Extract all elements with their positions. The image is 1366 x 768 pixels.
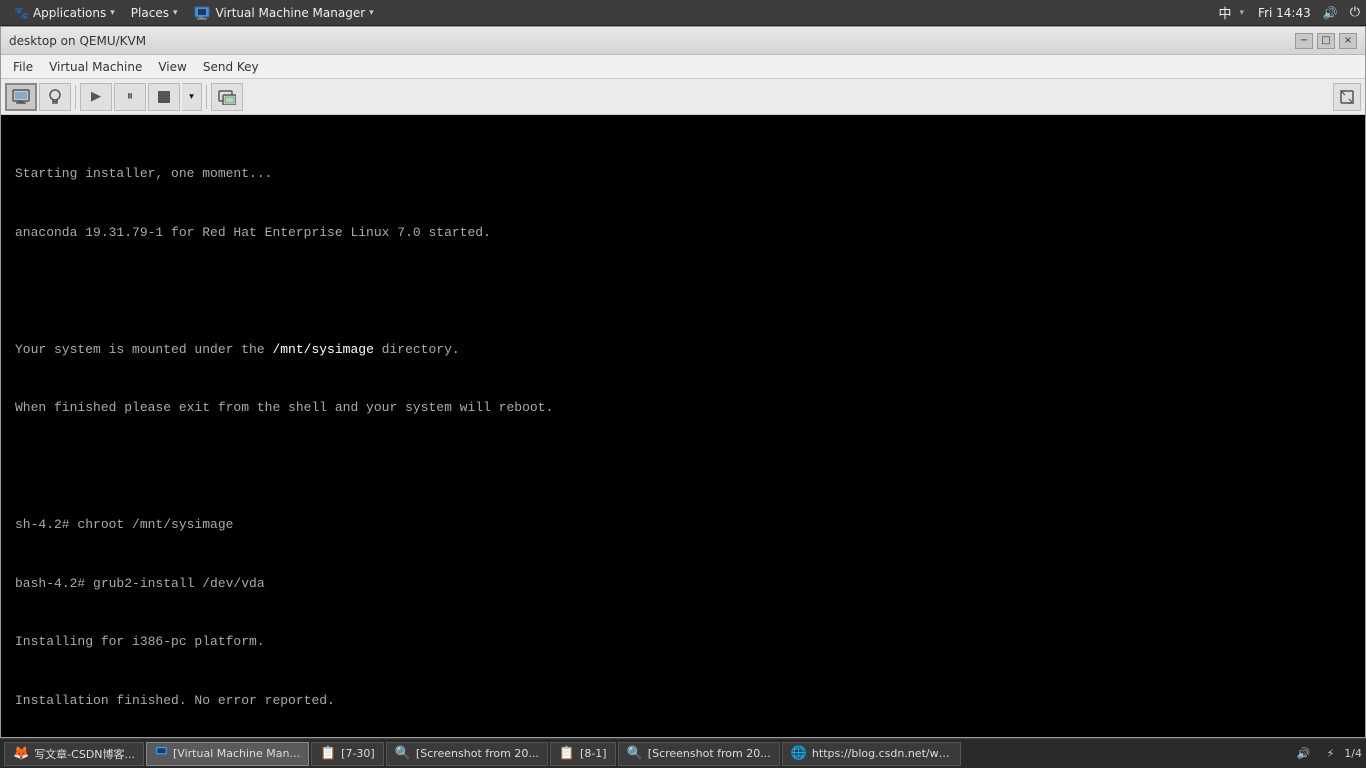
- clock[interactable]: Fri 14:43: [1258, 6, 1311, 20]
- terminal-output: Starting installer, one moment... anacon…: [1, 115, 1365, 737]
- menu-virtual-machine[interactable]: Virtual Machine: [41, 56, 150, 78]
- taskbar-item-730[interactable]: 📋 [7-30]: [311, 742, 384, 766]
- applications-arrow-icon: ▾: [110, 8, 115, 18]
- toolbar-screenshot-button[interactable]: [211, 83, 243, 111]
- menu-view[interactable]: View: [150, 56, 194, 78]
- menu-file[interactable]: File: [5, 56, 41, 78]
- screenshot2-icon: 🔍: [627, 746, 643, 761]
- term-line-5: When finished please exit from the shell…: [15, 398, 1351, 418]
- term-line-9: Installing for i386-pc platform.: [15, 632, 1351, 652]
- vmm-menubar: File Virtual Machine View Send Key: [1, 55, 1365, 79]
- places-menu[interactable]: Places ▾: [123, 0, 186, 26]
- term-line-4: Your system is mounted under the /mnt/sy…: [15, 340, 1351, 360]
- term-line-1: Starting installer, one moment...: [15, 164, 1351, 184]
- taskbar: 🦊 写文章-CSDN博客... [Virtual Machine Man... …: [0, 738, 1366, 768]
- vmm-taskbar-icon: [155, 745, 168, 762]
- monitor-icon: [12, 89, 30, 105]
- menu-send-key[interactable]: Send Key: [195, 56, 267, 78]
- screenshot-icon: [218, 89, 236, 105]
- system-bar-right: 中 ▾ Fri 14:43 🔊 ⏻: [1219, 3, 1361, 22]
- vmm-title-label: Virtual Machine Manager: [215, 6, 365, 20]
- applications-menu[interactable]: 🐾 Applications ▾: [6, 0, 123, 26]
- resize-icon: [1339, 89, 1355, 105]
- system-bar: 🐾 Applications ▾ Places ▾ Virtual Machin…: [0, 0, 1366, 26]
- vmm-window-title: desktop on QEMU/KVM: [9, 34, 146, 48]
- places-label: Places: [131, 6, 169, 20]
- applications-label: Applications: [33, 6, 106, 20]
- taskbar-right: 🔊 ⚡ 1/4: [1291, 745, 1362, 762]
- term-line-2: anaconda 19.31.79-1 for Red Hat Enterpri…: [15, 223, 1351, 243]
- toolbar-separator-2: [206, 85, 207, 109]
- toolbar-resize-button[interactable]: [1333, 83, 1361, 111]
- toolbar-display-button[interactable]: [5, 83, 37, 111]
- term-line-6: [15, 457, 1351, 477]
- input-method-indicator[interactable]: 中: [1219, 3, 1232, 22]
- term-line-8: bash-4.2# grub2-install /dev/vda: [15, 574, 1351, 594]
- taskbar-label-firefox: 写文章-CSDN博客...: [34, 746, 135, 762]
- taskbar-item-blog[interactable]: 🌐 https://blog.csdn.net/weix...: [782, 742, 961, 766]
- toolbar-details-button[interactable]: [39, 83, 71, 111]
- play-icon: ▶: [91, 89, 101, 104]
- places-arrow-icon: ▾: [173, 8, 178, 18]
- blog-icon: 🌐: [791, 746, 807, 761]
- term-line-10: Installation finished. No error reported…: [15, 691, 1351, 711]
- taskbar-volume-icon[interactable]: 🔊: [1291, 745, 1317, 762]
- term-line-7: sh-4.2# chroot /mnt/sysimage: [15, 515, 1351, 535]
- input-method-arrow-icon: ▾: [1240, 8, 1245, 18]
- toolbar-play-button[interactable]: ▶: [80, 83, 112, 111]
- taskbar-item-screenshot2[interactable]: 🔍 [Screenshot from 20...: [618, 742, 780, 766]
- vm-display[interactable]: Starting installer, one moment... anacon…: [1, 115, 1365, 737]
- toolbar-separator-1: [75, 85, 76, 109]
- taskbar-item-81[interactable]: 📋 [8-1]: [550, 742, 616, 766]
- pause-icon: ⏸: [127, 89, 134, 104]
- toolbar-pause-button[interactable]: ⏸: [114, 83, 146, 111]
- vmm-arrow-icon: ▾: [369, 8, 374, 18]
- vmm-window-controls: − □ ×: [1295, 33, 1357, 49]
- firefox-icon: 🦊: [13, 746, 29, 761]
- taskbar-item-firefox[interactable]: 🦊 写文章-CSDN博客...: [4, 742, 144, 766]
- taskbar-label-81: [8-1]: [580, 747, 607, 760]
- minimize-button[interactable]: −: [1295, 33, 1313, 49]
- toolbar-power-dropdown[interactable]: ▾: [182, 83, 202, 111]
- taskbar-label-730: [7-30]: [341, 747, 375, 760]
- vmm-toolbar: ▶ ⏸ ▾: [1, 79, 1365, 115]
- maximize-button[interactable]: □: [1317, 33, 1335, 49]
- taskbar-label-screenshot2: [Screenshot from 20...: [648, 747, 771, 760]
- dropdown-arrow-icon: ▾: [189, 92, 194, 102]
- volume-icon[interactable]: 🔊: [1323, 6, 1338, 20]
- close-button[interactable]: ×: [1339, 33, 1357, 49]
- system-bar-left: 🐾 Applications ▾ Places ▾ Virtual Machin…: [6, 0, 382, 26]
- stop-icon: [156, 89, 172, 105]
- 730-icon: 📋: [320, 746, 336, 761]
- taskbar-page-number: 1/4: [1344, 747, 1362, 760]
- vmm-window: desktop on QEMU/KVM − □ × File Virtual M…: [0, 26, 1366, 738]
- vmm-icon: [193, 4, 211, 22]
- vmm-menu[interactable]: Virtual Machine Manager ▾: [185, 0, 381, 26]
- taskbar-item-screenshot1[interactable]: 🔍 [Screenshot from 20...: [386, 742, 548, 766]
- term-line-3: [15, 281, 1351, 301]
- screenshot1-icon: 🔍: [395, 746, 411, 761]
- vmm-titlebar: desktop on QEMU/KVM − □ ×: [1, 27, 1365, 55]
- toolbar-stop-button[interactable]: [148, 83, 180, 111]
- taskbar-label-vmm: [Virtual Machine Man...: [173, 747, 300, 760]
- taskbar-label-screenshot1: [Screenshot from 20...: [416, 747, 539, 760]
- taskbar-item-vmm[interactable]: [Virtual Machine Man...: [146, 742, 309, 766]
- taskbar-power-icon[interactable]: ⚡: [1321, 745, 1341, 762]
- taskbar-label-blog: https://blog.csdn.net/weix...: [812, 747, 952, 760]
- power-icon[interactable]: ⏻: [1350, 5, 1360, 20]
- applications-icon: 🐾: [14, 6, 29, 20]
- 81-icon: 📋: [559, 746, 575, 761]
- lightbulb-icon: [47, 88, 63, 106]
